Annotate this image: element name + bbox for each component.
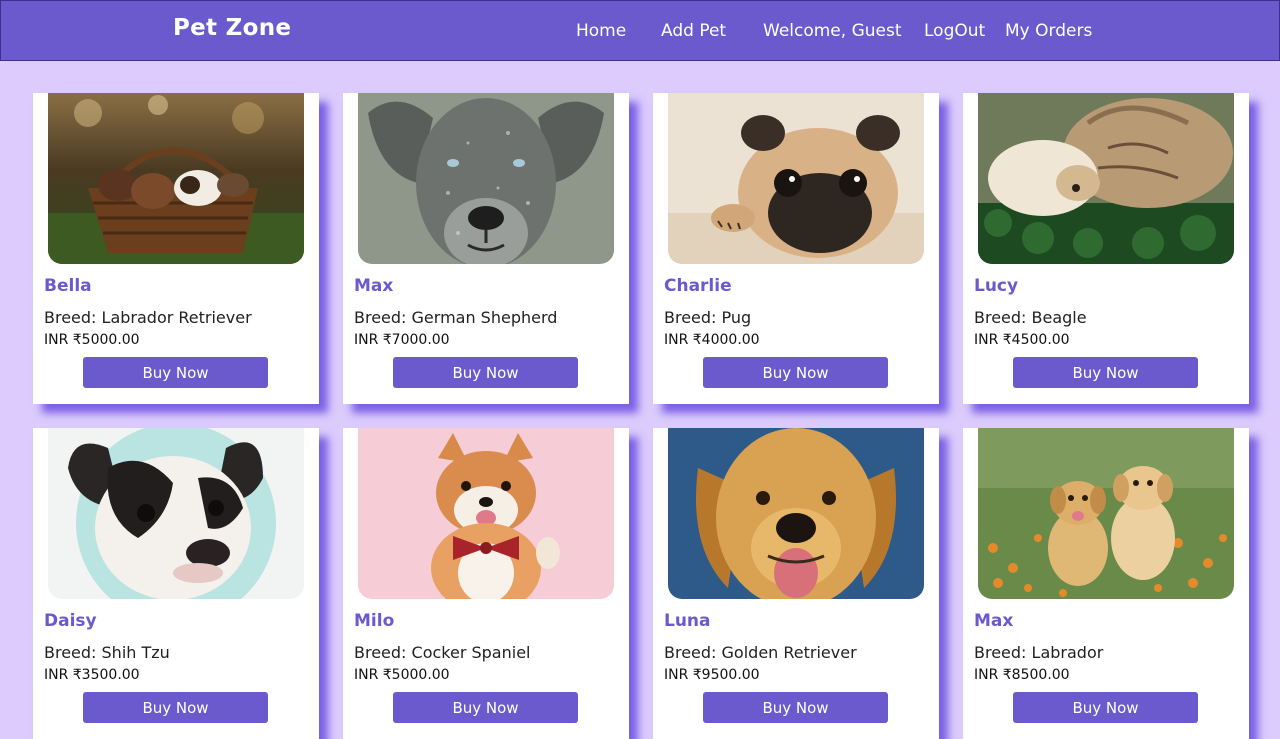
buy-now-button[interactable]: Buy Now bbox=[1013, 357, 1198, 388]
pet-price: INR ₹3500.00 bbox=[44, 667, 140, 683]
buy-now-button[interactable]: Buy Now bbox=[703, 357, 888, 388]
pet-photo bbox=[978, 93, 1234, 264]
pet-card: Charlie Breed: Pug INR ₹4000.00 Buy Now bbox=[653, 93, 939, 404]
pet-breed: Breed: German Shepherd bbox=[354, 308, 558, 327]
pet-name[interactable]: Luna bbox=[664, 611, 711, 631]
pet-photo bbox=[668, 93, 924, 264]
buy-now-button[interactable]: Buy Now bbox=[83, 357, 268, 388]
pet-breed: Breed: Pug bbox=[664, 308, 752, 327]
pet-price: INR ₹4500.00 bbox=[974, 332, 1070, 348]
pet-breed: Breed: Golden Retriever bbox=[664, 643, 857, 662]
nav-welcome-user: Welcome, Guest bbox=[763, 21, 902, 41]
buy-now-button[interactable]: Buy Now bbox=[393, 692, 578, 723]
buy-now-button[interactable]: Buy Now bbox=[703, 692, 888, 723]
pet-card: Luna Breed: Golden Retriever INR ₹9500.0… bbox=[653, 428, 939, 739]
brand-logo[interactable]: Pet Zone bbox=[173, 15, 291, 41]
nav-logout[interactable]: LogOut bbox=[924, 21, 985, 41]
pet-name[interactable]: Daisy bbox=[44, 611, 97, 631]
pet-name[interactable]: Lucy bbox=[974, 276, 1018, 296]
pet-photo bbox=[978, 428, 1234, 599]
navbar: Pet Zone Home Add Pet Welcome, Guest Log… bbox=[0, 0, 1280, 61]
pet-breed: Breed: Shih Tzu bbox=[44, 643, 170, 662]
pet-photo bbox=[358, 93, 614, 264]
pet-card: Lucy Breed: Beagle INR ₹4500.00 Buy Now bbox=[963, 93, 1249, 404]
pet-card: Max Breed: Labrador INR ₹8500.00 Buy Now bbox=[963, 428, 1249, 739]
pet-price: INR ₹4000.00 bbox=[664, 332, 760, 348]
pet-card: Daisy Breed: Shih Tzu INR ₹3500.00 Buy N… bbox=[33, 428, 319, 739]
buy-now-button[interactable]: Buy Now bbox=[83, 692, 268, 723]
nav-add-pet[interactable]: Add Pet bbox=[661, 21, 726, 41]
buy-now-button[interactable]: Buy Now bbox=[1013, 692, 1198, 723]
nav-home[interactable]: Home bbox=[576, 21, 626, 41]
pet-breed: Breed: Labrador bbox=[974, 643, 1104, 662]
pet-breed: Breed: Labrador Retriever bbox=[44, 308, 252, 327]
nav-my-orders[interactable]: My Orders bbox=[1005, 21, 1092, 41]
pet-price: INR ₹8500.00 bbox=[974, 667, 1070, 683]
pet-card: Bella Breed: Labrador Retriever INR ₹500… bbox=[33, 93, 319, 404]
pet-photo bbox=[48, 93, 304, 264]
pet-card: Milo Breed: Cocker Spaniel INR ₹5000.00 … bbox=[343, 428, 629, 739]
buy-now-button[interactable]: Buy Now bbox=[393, 357, 578, 388]
pet-name[interactable]: Max bbox=[354, 276, 393, 296]
pet-photo bbox=[48, 428, 304, 599]
pet-name[interactable]: Charlie bbox=[664, 276, 732, 296]
pet-name[interactable]: Bella bbox=[44, 276, 92, 296]
pet-price: INR ₹7000.00 bbox=[354, 332, 450, 348]
pet-card: Max Breed: German Shepherd INR ₹7000.00 … bbox=[343, 93, 629, 404]
pet-price: INR ₹9500.00 bbox=[664, 667, 760, 683]
pet-breed: Breed: Cocker Spaniel bbox=[354, 643, 531, 662]
pet-price: INR ₹5000.00 bbox=[44, 332, 140, 348]
pet-photo bbox=[668, 428, 924, 599]
pet-name[interactable]: Max bbox=[974, 611, 1013, 631]
pet-price: INR ₹5000.00 bbox=[354, 667, 450, 683]
pet-name[interactable]: Milo bbox=[354, 611, 394, 631]
pet-photo bbox=[358, 428, 614, 599]
pet-breed: Breed: Beagle bbox=[974, 308, 1087, 327]
